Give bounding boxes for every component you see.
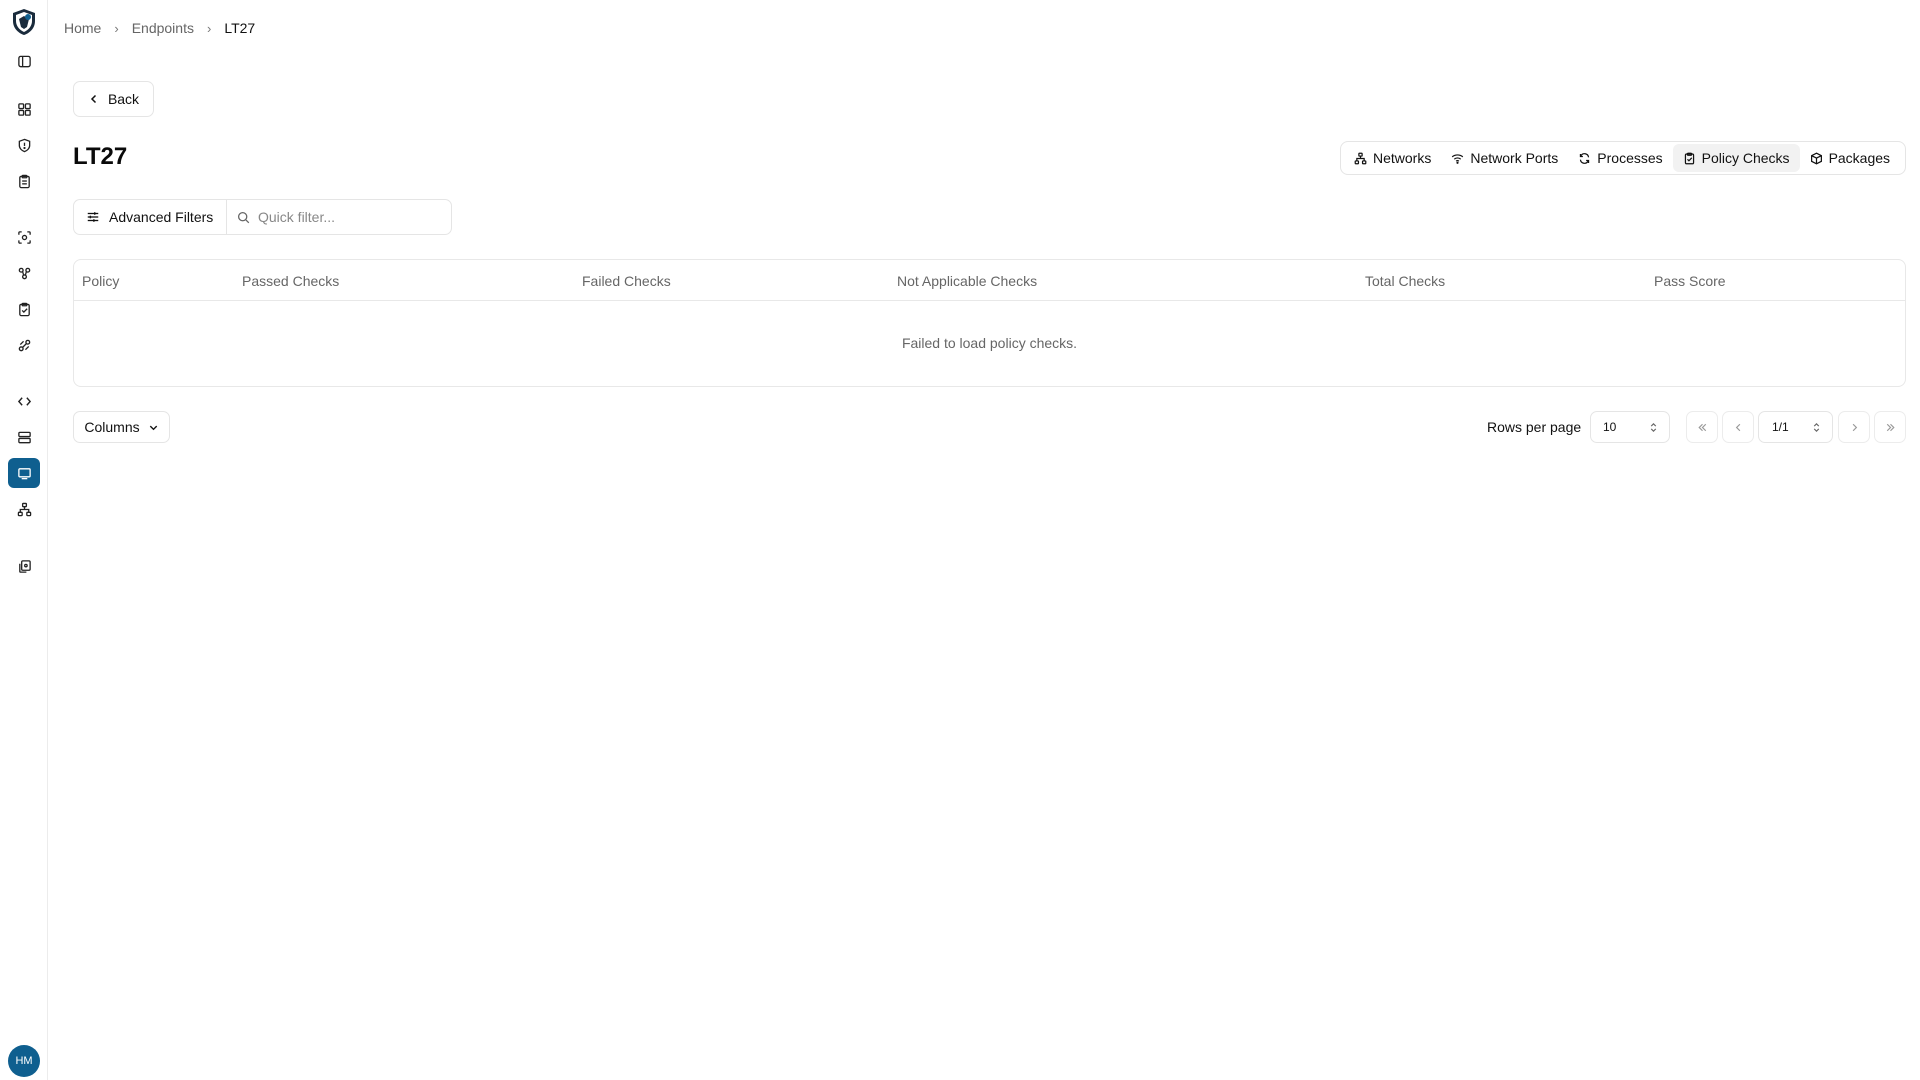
refresh-icon [1580,152,1590,164]
rows-per-page-label: Rows per page [1487,419,1582,435]
chevron-left-icon [1735,423,1740,431]
tab-network-ports[interactable]: Network Ports [1441,144,1568,172]
column-header-failed-checks[interactable]: Failed Checks [582,273,671,289]
panel-left-icon[interactable] [8,46,40,76]
breadcrumb-endpoints[interactable]: Endpoints [132,20,194,36]
app-logo-icon[interactable] [9,7,39,37]
sliders-icon [87,212,99,222]
package-icon [1810,152,1822,164]
tab-packages[interactable]: Packages [1800,144,1900,172]
chevrons-up-down-icon [1650,422,1657,432]
column-header-not-applicable-checks[interactable]: Not Applicable Checks [897,273,1037,289]
clipboard-check-icon [1684,152,1694,164]
column-header-passed-checks[interactable]: Passed Checks [242,273,339,289]
tab-label: Processes [1597,150,1663,166]
sidebar-item-network[interactable] [8,494,40,524]
sidebar-item-security[interactable] [8,130,40,160]
grid-icon [17,102,31,116]
sidebar-item-code[interactable] [8,386,40,416]
back-button[interactable]: Back [73,81,154,117]
first-page-button[interactable] [1686,411,1718,443]
shield-icon [18,138,30,152]
chevron-down-icon [149,425,157,430]
sidebar-item-documents[interactable] [8,551,40,581]
tab-label: Network Ports [1470,150,1559,166]
chevron-left-icon [90,94,96,104]
sidebar-item-groups[interactable] [8,258,40,288]
network-icon [17,502,31,516]
chevrons-left-icon [1697,423,1706,431]
wifi-icon [1452,153,1464,164]
tab-label: Policy Checks [1701,150,1790,166]
tab-label: Networks [1373,150,1432,166]
sidebar-item-integrations[interactable] [8,330,40,360]
tab-processes[interactable]: Processes [1568,144,1672,172]
table-empty-message: Failed to load policy checks. [901,335,1078,351]
column-header-total-checks[interactable]: Total Checks [1365,273,1445,289]
chevrons-up-down-icon [1813,422,1820,432]
rows-per-page-select[interactable]: 10 [1590,411,1670,443]
sidebar-item-servers[interactable] [8,422,40,452]
rows-per-page-value: 10 [1603,420,1617,434]
chevrons-right-icon [1886,423,1895,431]
advanced-filters-button[interactable]: Advanced Filters [73,199,226,235]
monitor-icon [17,467,31,479]
code-icon [17,396,31,406]
group-icon [18,267,30,279]
files-icon [18,559,31,573]
sidebar-item-reports[interactable] [8,166,40,196]
clipboard-icon [18,174,30,188]
tab-label: Packages [1828,150,1891,166]
page-title: LT27 [73,143,128,170]
next-page-button[interactable] [1838,411,1870,443]
detail-tabs: Networks Network Ports Processes Policy … [1340,141,1906,175]
search-icon [237,211,250,223]
page-select[interactable]: 1/1 [1758,411,1833,443]
page-indicator: 1/1 [1772,420,1789,434]
scan-icon [17,230,31,244]
column-header-pass-score[interactable]: Pass Score [1654,273,1726,289]
policy-checks-table: Policy Passed Checks Failed Checks Not A… [73,259,1906,387]
sidebar-item-dashboard[interactable] [8,94,40,124]
breadcrumb: Home › Endpoints › LT27 [64,20,255,36]
chevron-right-icon [1852,423,1857,431]
tab-policy-checks[interactable]: Policy Checks [1672,144,1800,172]
network-icon [1354,152,1367,164]
last-page-button[interactable] [1874,411,1906,443]
chevron-right-icon: › [114,20,119,36]
sidebar-item-endpoints[interactable] [8,458,40,488]
columns-button[interactable]: Columns [73,411,170,443]
quick-filter-field[interactable] [226,199,452,235]
sidebar-item-scan[interactable] [8,222,40,252]
advanced-filters-label: Advanced Filters [109,209,214,225]
table-header: Policy Passed Checks Failed Checks Not A… [74,260,1905,301]
quick-filter-input[interactable] [258,209,438,225]
filter-bar: Advanced Filters [73,199,452,235]
back-label: Back [107,91,140,107]
sidebar: HM [0,0,48,1080]
breadcrumb-home[interactable]: Home [64,20,101,36]
column-header-policy[interactable]: Policy [82,273,119,289]
avatar[interactable]: HM [8,1045,40,1077]
clipboard-check-icon [18,302,30,316]
breadcrumb-current: LT27 [224,20,256,36]
server-icon [17,431,31,443]
sidebar-item-compliance[interactable] [8,294,40,324]
plug-icon [18,339,30,351]
tab-networks[interactable]: Networks [1344,144,1441,172]
chevron-right-icon: › [206,20,212,36]
columns-label: Columns [84,419,140,435]
previous-page-button[interactable] [1722,411,1754,443]
